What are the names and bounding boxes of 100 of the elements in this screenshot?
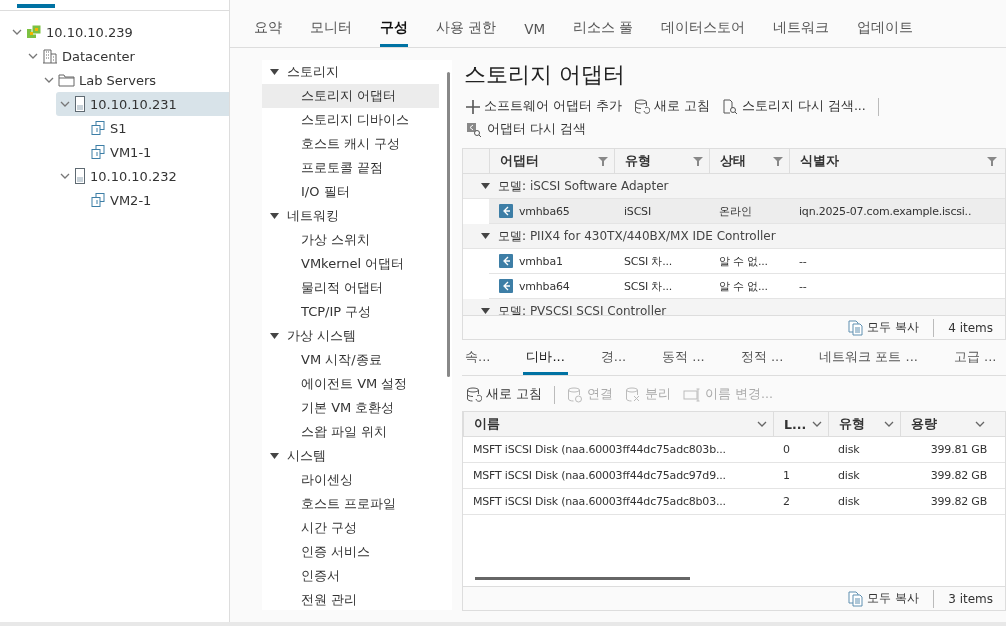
adapter-icon bbox=[499, 254, 513, 268]
chevron-down-icon[interactable] bbox=[812, 419, 822, 429]
expand-caret-icon[interactable] bbox=[60, 99, 70, 109]
table-cell-text: MSFT iSCSI Disk (naa.60003ff44dc75adc8b03... bbox=[472, 495, 727, 508]
item-count: 3 items bbox=[948, 591, 993, 606]
tab[interactable]: 동적 ... bbox=[659, 348, 708, 375]
collapse-triangle-icon[interactable] bbox=[270, 212, 279, 220]
nav-item[interactable]: 시간 구성 bbox=[262, 516, 439, 540]
table-cell: vmhba65 bbox=[489, 204, 614, 218]
toolbar-button[interactable]: 어댑터 다시 검색 bbox=[466, 119, 586, 140]
copy-all-button[interactable]: 모두 복사 bbox=[848, 319, 920, 336]
expand-caret-icon[interactable] bbox=[28, 51, 38, 61]
collapse-triangle-icon[interactable] bbox=[270, 452, 279, 460]
filter-icon[interactable] bbox=[598, 156, 608, 166]
tree-item[interactable]: VM2-1 bbox=[0, 188, 229, 212]
group-triangle-icon[interactable] bbox=[481, 182, 490, 190]
column-header[interactable]: 용량 bbox=[900, 412, 991, 436]
column-header[interactable]: L... bbox=[773, 412, 828, 436]
nav-item[interactable]: 프로토콜 끝점 bbox=[262, 156, 439, 180]
nav-item[interactable]: 가상 스위치 bbox=[262, 228, 439, 252]
group-header[interactable]: 모델: PIIX4 for 430TX/440BX/MX IDE Controller bbox=[463, 224, 1005, 249]
tree-item[interactable]: 10.10.10.232 bbox=[0, 164, 229, 188]
nav-item[interactable]: 스토리지 디바이스 bbox=[262, 108, 439, 132]
tree-item[interactable]: Lab Servers bbox=[0, 68, 229, 92]
nav-section[interactable]: 스토리지 bbox=[262, 60, 452, 84]
chevron-down-icon[interactable] bbox=[757, 419, 767, 429]
toolbar-button[interactable]: 새로 고침 bbox=[466, 384, 542, 405]
collapse-triangle-icon[interactable] bbox=[270, 332, 279, 340]
tab[interactable]: 디바... bbox=[523, 348, 568, 375]
tree-item[interactable]: 10.10.10.239 bbox=[0, 20, 229, 44]
tab[interactable]: 네트워크 포트 ... bbox=[816, 348, 921, 375]
nav-item[interactable]: 기본 VM 호환성 bbox=[262, 396, 439, 420]
nav-item[interactable]: 라이센싱 bbox=[262, 468, 439, 492]
nav-item[interactable]: 인증서 bbox=[262, 564, 439, 588]
column-header[interactable]: 상태 bbox=[709, 149, 789, 173]
nav-item[interactable]: VMkernel 어댑터 bbox=[262, 252, 439, 276]
scrollbar[interactable] bbox=[447, 72, 450, 377]
toolbar-button[interactable]: 새로 고침 bbox=[633, 96, 710, 117]
nav-item[interactable]: 인증 서비스 bbox=[262, 540, 439, 564]
column-header[interactable]: 식별자 bbox=[789, 149, 1003, 173]
tree-item[interactable]: 10.10.10.231 bbox=[56, 92, 229, 116]
toolbar-button[interactable]: 소프트웨어 어댑터 추가 bbox=[466, 96, 622, 117]
nav-section[interactable]: 시스템 bbox=[262, 444, 452, 468]
scrollbar[interactable] bbox=[475, 577, 690, 580]
column-header[interactable]: 어댑터 bbox=[489, 149, 614, 173]
tree-item[interactable]: Datacenter bbox=[0, 44, 229, 68]
table-cell-text: MSFT iSCSI Disk (naa.60003ff44dc75adc803b... bbox=[472, 443, 727, 456]
group-triangle-icon[interactable] bbox=[481, 232, 490, 240]
tab[interactable]: 네트워크 bbox=[773, 19, 830, 47]
chevron-down-icon[interactable] bbox=[975, 419, 985, 429]
tree-item[interactable]: VM1-1 bbox=[0, 140, 229, 164]
toolbar-button[interactable]: 스토리지 다시 검색... bbox=[721, 96, 866, 117]
group-triangle-icon[interactable] bbox=[481, 307, 490, 315]
tab[interactable]: VM bbox=[524, 21, 546, 47]
nav-item[interactable]: I/O 필터 bbox=[262, 180, 439, 204]
column-header[interactable]: 유형 bbox=[828, 412, 900, 436]
table-cell-text: 1 bbox=[782, 469, 791, 482]
nav-item[interactable]: 호스트 프로파일 bbox=[262, 492, 439, 516]
tab[interactable]: 사용 권한 bbox=[436, 19, 497, 47]
tab[interactable]: 속... bbox=[462, 348, 494, 375]
tab[interactable]: 경... bbox=[597, 348, 630, 375]
nav-item[interactable]: 호스트 캐시 구성 bbox=[262, 132, 439, 156]
group-header[interactable]: 모델: iSCSI Software Adapter bbox=[463, 174, 1005, 199]
expand-caret-icon[interactable] bbox=[44, 75, 54, 85]
tab[interactable]: 리소스 풀 bbox=[573, 19, 634, 47]
table-cell-text: SCSI 차... bbox=[623, 253, 674, 269]
tab[interactable]: 고급 ... bbox=[950, 348, 1000, 375]
chevron-down-icon[interactable] bbox=[884, 419, 894, 429]
tab[interactable]: 업데이트 bbox=[857, 19, 914, 47]
filter-icon[interactable] bbox=[987, 156, 997, 166]
tab[interactable]: 정적 ... bbox=[737, 348, 787, 375]
database-link-icon bbox=[567, 386, 583, 403]
tab[interactable]: 모니터 bbox=[310, 19, 352, 47]
nav-section[interactable]: 가상 시스템 bbox=[262, 324, 452, 348]
tab[interactable]: 데이터스토어 bbox=[661, 19, 746, 47]
filter-icon[interactable] bbox=[693, 156, 703, 166]
collapse-triangle-icon[interactable] bbox=[270, 68, 279, 76]
filter-icon[interactable] bbox=[773, 156, 783, 166]
vm-icon bbox=[90, 144, 106, 160]
tab[interactable]: 요약 bbox=[254, 19, 282, 47]
nav-section[interactable]: 네트워킹 bbox=[262, 204, 452, 228]
table-cell-text: 399.81 GB bbox=[929, 443, 988, 456]
column-header[interactable]: 유형 bbox=[614, 149, 709, 173]
server-icon bbox=[74, 96, 86, 112]
tree-item[interactable]: S1 bbox=[0, 116, 229, 140]
expand-caret-icon[interactable] bbox=[60, 171, 70, 181]
nav-item[interactable]: 에이전트 VM 설정 bbox=[262, 372, 439, 396]
column-header[interactable]: 이름 bbox=[463, 412, 773, 436]
table-cell-text: SCSI 차... bbox=[623, 278, 674, 294]
tab[interactable]: 구성 bbox=[380, 19, 408, 47]
nav-item[interactable]: 전원 관리 bbox=[262, 588, 439, 610]
expand-caret-icon[interactable] bbox=[12, 27, 22, 37]
nav-item[interactable]: 스왑 파일 위치 bbox=[262, 420, 439, 444]
nav-item[interactable]: VM 시작/종료 bbox=[262, 348, 439, 372]
nav-item[interactable]: 물리적 어댑터 bbox=[262, 276, 439, 300]
copy-all-button[interactable]: 모두 복사 bbox=[848, 590, 920, 607]
nav-item[interactable]: 스토리지 어댑터 bbox=[262, 84, 439, 108]
table-row[interactable]: vmhba65 iSCSI 온라인 iqn.2025-07.com.example.iscsi.. bbox=[489, 199, 1005, 224]
table-cell-text: disk bbox=[837, 495, 861, 508]
nav-item[interactable]: TCP/IP 구성 bbox=[262, 300, 439, 324]
